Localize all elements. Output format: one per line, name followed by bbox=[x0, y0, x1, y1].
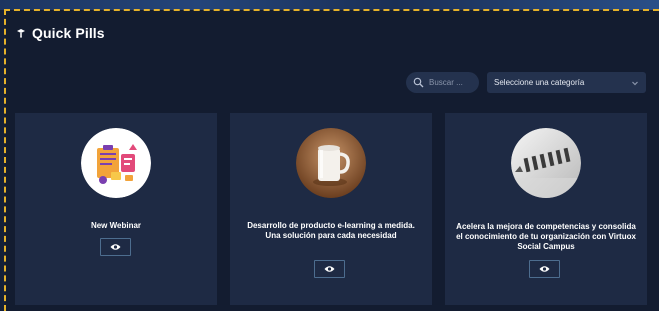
view-button[interactable] bbox=[314, 260, 345, 278]
category-select[interactable]: Seleccione una categoría bbox=[487, 72, 646, 93]
page-title-text: Quick Pills bbox=[32, 25, 105, 41]
eye-icon bbox=[324, 265, 335, 273]
numbers-photo bbox=[511, 128, 581, 198]
card-title: Acelera la mejora de competencias y cons… bbox=[456, 222, 636, 251]
view-button[interactable] bbox=[100, 238, 131, 256]
search-box[interactable] bbox=[406, 72, 479, 93]
pill-card: New Webinar bbox=[15, 113, 217, 305]
dashed-outline-top bbox=[4, 9, 659, 11]
card-thumbnail bbox=[511, 128, 581, 198]
pill-card: Acelera la mejora de competencias y cons… bbox=[445, 113, 647, 305]
eye-icon bbox=[539, 265, 550, 273]
chevron-down-icon bbox=[631, 79, 639, 87]
view-button[interactable] bbox=[529, 260, 560, 278]
pill-card: Desarrollo de producto e-learning a medi… bbox=[230, 113, 432, 305]
dashed-outline-left bbox=[4, 9, 6, 311]
eye-icon bbox=[110, 243, 121, 251]
search-icon bbox=[413, 77, 424, 88]
dropper-icon bbox=[16, 28, 26, 38]
clipboard-illustration bbox=[81, 128, 151, 198]
card-thumbnail bbox=[81, 128, 151, 198]
card-thumbnail bbox=[296, 128, 366, 198]
card-title: Desarrollo de producto e-learning a medi… bbox=[247, 221, 415, 240]
mug-photo bbox=[296, 128, 366, 198]
card-title: New Webinar bbox=[90, 221, 142, 230]
page-title: Quick Pills bbox=[16, 24, 105, 42]
category-select-value: Seleccione una categoría bbox=[494, 78, 585, 87]
search-input[interactable] bbox=[429, 78, 479, 87]
